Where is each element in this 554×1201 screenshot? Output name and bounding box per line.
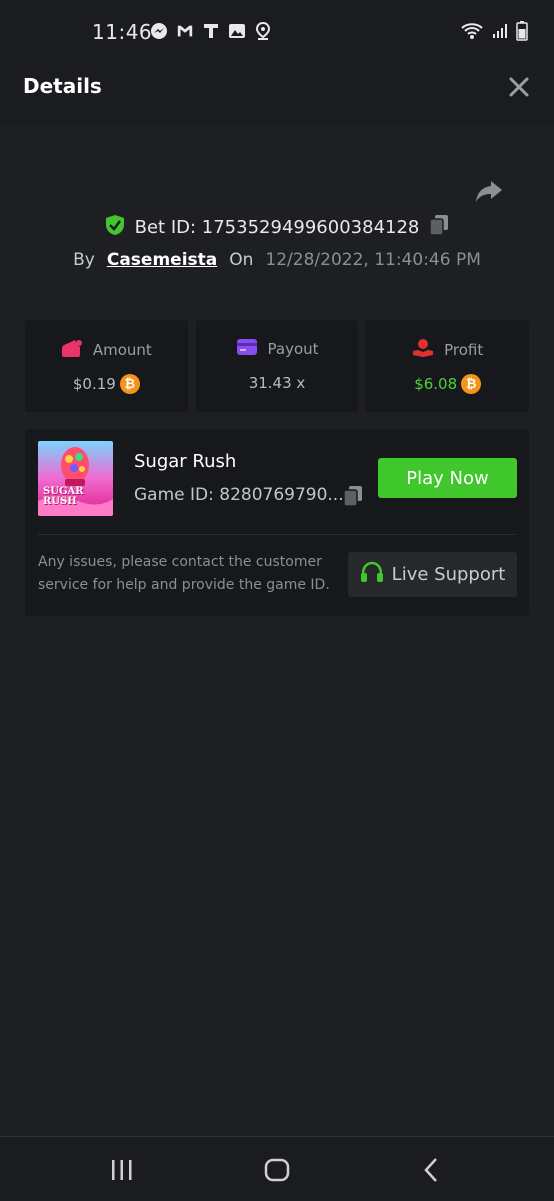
game-id: Game ID: 8280769790...	[134, 485, 344, 505]
bitcoin-icon: ₿	[461, 374, 482, 394]
by-label: By	[73, 250, 95, 270]
copy-bet-id-button[interactable]	[429, 214, 449, 241]
bet-id: Bet ID: 1753529499600384128	[134, 217, 420, 238]
home-button[interactable]	[257, 1155, 297, 1185]
share-button[interactable]	[474, 176, 504, 206]
messenger-icon	[150, 22, 168, 40]
status-bar: 11:46	[0, 0, 554, 50]
profit-label: Profit	[444, 341, 484, 359]
play-now-button[interactable]: Play Now	[378, 458, 517, 498]
close-button[interactable]	[506, 74, 532, 100]
signal-icon	[492, 23, 508, 43]
back-button[interactable]	[412, 1155, 452, 1185]
divider	[38, 534, 516, 535]
amount-value: $0.19	[72, 375, 116, 393]
system-nav-bar	[0, 1136, 554, 1201]
game-panel: SUGAR RUSH Sugar Rush Game ID: 828076979…	[25, 429, 529, 616]
bet-author-row: By Casemeista On 12/28/2022, 11:40:46 PM	[0, 250, 554, 270]
back-icon	[424, 1158, 437, 1182]
status-notification-icons	[150, 22, 272, 40]
battery-icon	[516, 21, 528, 45]
location-icon	[254, 22, 272, 40]
support-notice: Any issues, please contact the customer …	[38, 554, 330, 593]
payout-value: 31.43 x	[248, 374, 306, 392]
profit-card: Profit $6.08 ₿	[366, 320, 530, 412]
recent-apps-button[interactable]	[102, 1155, 142, 1185]
profit-value: $6.08	[414, 375, 458, 393]
bet-stats: Amount $0.19 ₿ Payout 31.43 x Profit $6.…	[25, 320, 530, 412]
wifi-icon	[460, 22, 484, 44]
amount-card: Amount $0.19 ₿	[25, 320, 188, 412]
status-system-icons	[460, 21, 528, 45]
home-icon	[264, 1158, 290, 1182]
thumb-title-line2: RUSH	[43, 496, 77, 507]
live-support-label: Live Support	[391, 564, 506, 585]
bitcoin-icon: ₿	[119, 374, 140, 394]
card-icon	[236, 338, 258, 360]
payout-label: Payout	[267, 340, 319, 358]
on-label: On	[229, 250, 254, 270]
share-icon	[476, 181, 502, 202]
close-icon	[509, 77, 529, 97]
game-thumbnail[interactable]: SUGAR RUSH	[38, 441, 113, 516]
gmail-icon	[176, 22, 194, 40]
shield-check-icon	[105, 214, 125, 241]
page-title: Details	[23, 74, 102, 98]
amount-label: Amount	[92, 341, 152, 359]
image-icon	[228, 22, 246, 40]
live-support-button[interactable]: Live Support	[348, 552, 517, 597]
game-name: Sugar Rush	[134, 451, 237, 472]
status-time: 11:46	[92, 20, 153, 44]
hand-coin-icon	[412, 338, 434, 362]
wallet-icon	[61, 338, 83, 362]
copy-icon	[429, 215, 449, 236]
details-header: Details	[0, 50, 554, 126]
copy-game-id-button[interactable]	[343, 485, 363, 507]
payout-card: Payout 31.43 x	[195, 320, 359, 412]
bet-id-row: Bet ID: 1753529499600384128	[0, 214, 554, 241]
recent-apps-icon	[112, 1160, 132, 1180]
bet-date: 12/28/2022, 11:40:46 PM	[265, 250, 481, 270]
user-link[interactable]: Casemeista	[107, 250, 217, 270]
t-app-icon	[202, 22, 220, 40]
headset-icon	[360, 561, 384, 588]
copy-icon	[343, 486, 362, 507]
